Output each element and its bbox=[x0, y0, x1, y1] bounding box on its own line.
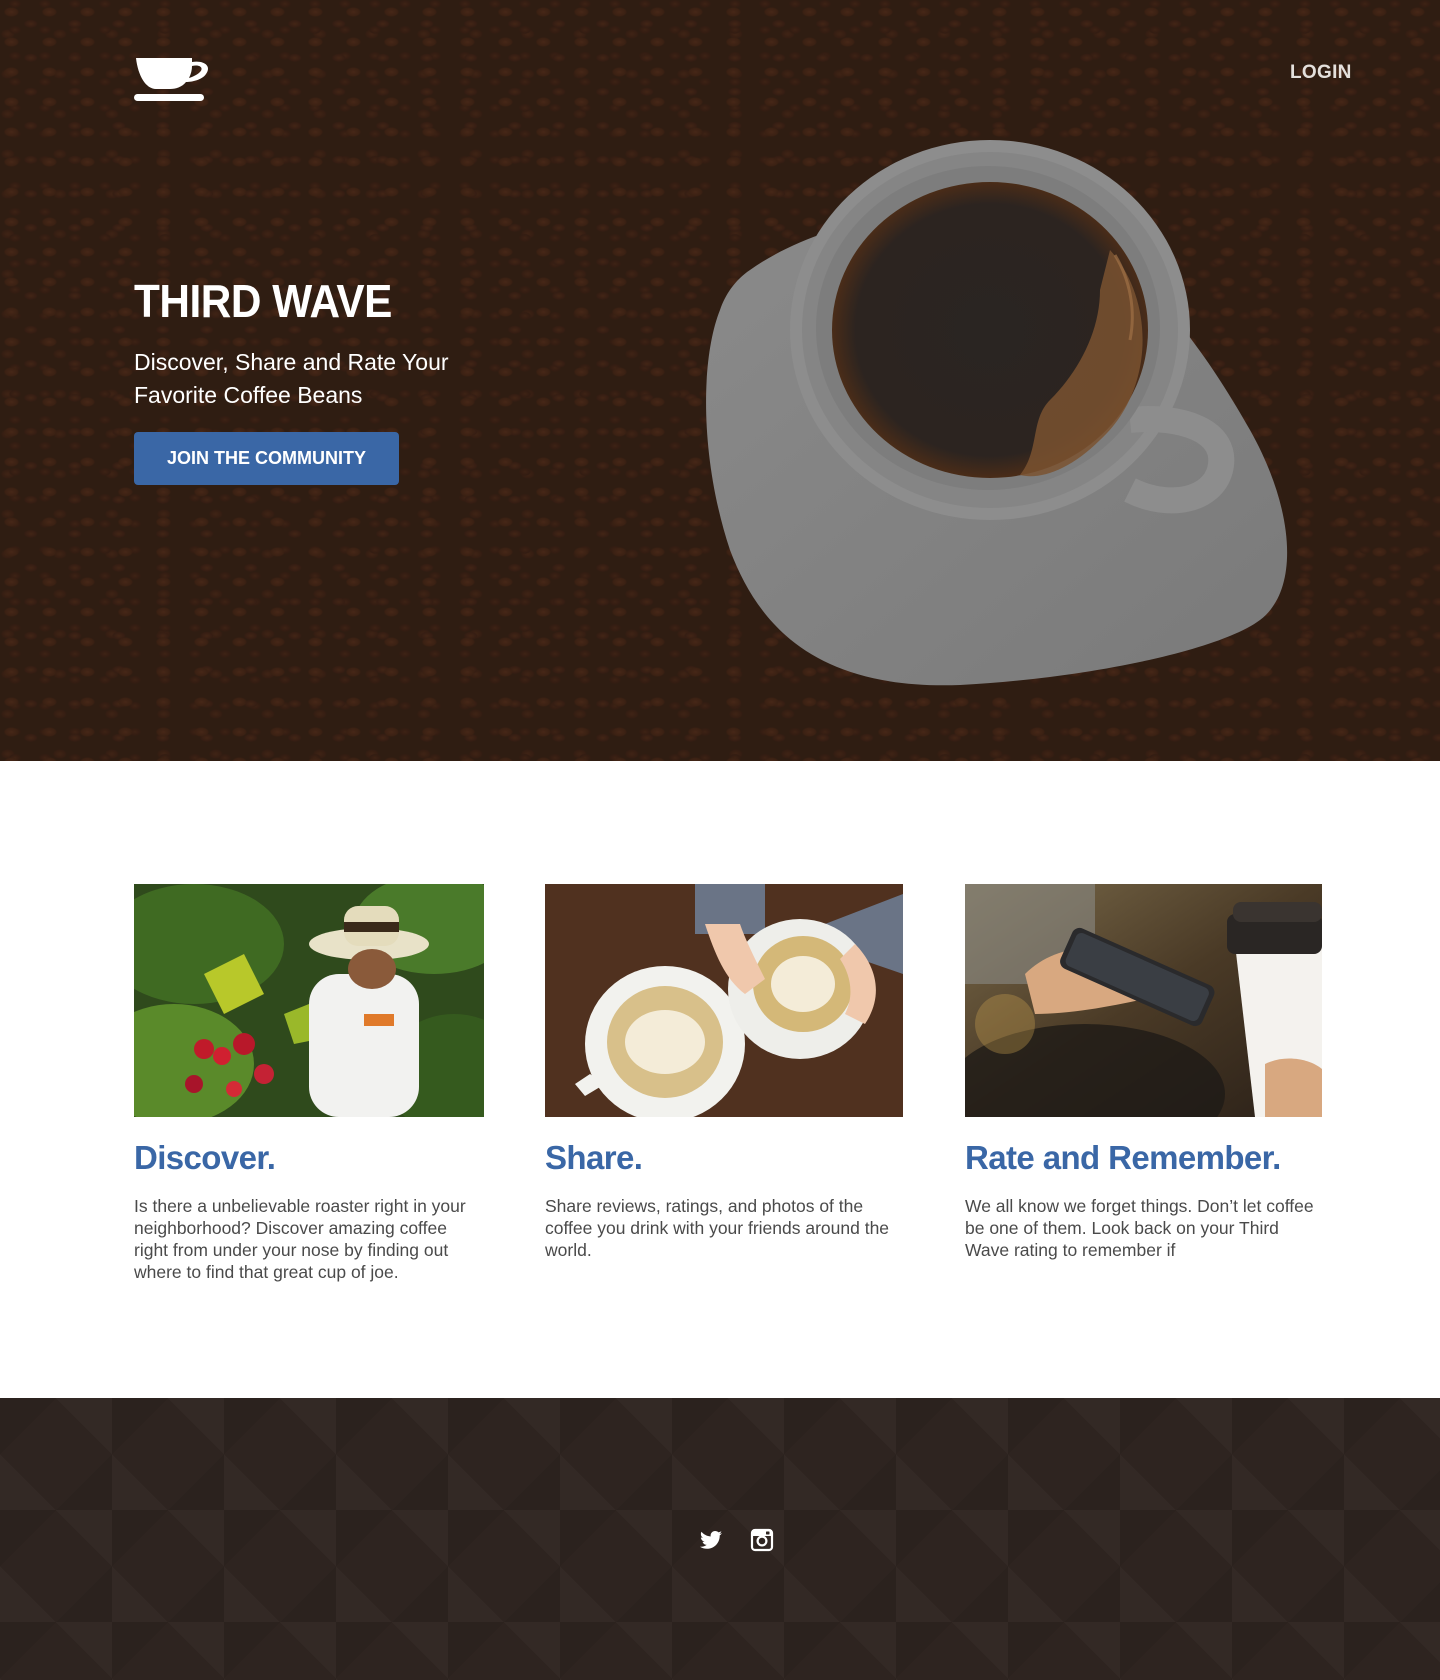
feature-description: Is there a unbelievable roaster right in… bbox=[134, 1196, 466, 1282]
feature-share: Share. Share reviews, ratings, and photo… bbox=[545, 884, 903, 1261]
feature-description: We all know we forget things. Don’t let … bbox=[965, 1196, 1314, 1260]
features-section: Discover. Is there a unbelievable roaste… bbox=[0, 761, 1440, 1398]
feature-description: Share reviews, ratings, and photos of th… bbox=[545, 1196, 890, 1260]
instagram-icon[interactable] bbox=[750, 1528, 774, 1552]
hero-subtitle: Discover, Share and Rate Your Favorite C… bbox=[134, 349, 449, 408]
feature-title: Share. bbox=[545, 1139, 643, 1176]
phone-and-coffee-photo bbox=[965, 884, 1322, 1117]
coffee-cup-icon[interactable] bbox=[134, 56, 212, 102]
hero-title: THIRD WAVE bbox=[134, 275, 392, 327]
coffee-cup-image bbox=[706, 140, 1288, 686]
feature-rate-and-remember: Rate and Remember. We all know we forget… bbox=[965, 884, 1322, 1261]
latte-art-cups-photo bbox=[545, 884, 903, 1117]
login-link[interactable]: LOGIN bbox=[1290, 62, 1352, 84]
footer bbox=[0, 1398, 1440, 1680]
coffee-farmer-photo bbox=[134, 884, 484, 1117]
hero-section: LOGIN THIRD WAVE Discover, Share and Rat… bbox=[0, 0, 1440, 761]
feature-title: Rate and Remember. bbox=[965, 1139, 1281, 1176]
feature-discover: Discover. Is there a unbelievable roaste… bbox=[134, 884, 484, 1283]
feature-title: Discover. bbox=[134, 1139, 276, 1176]
join-community-button[interactable]: JOIN THE COMMUNITY bbox=[134, 432, 399, 485]
twitter-icon[interactable] bbox=[699, 1528, 723, 1552]
